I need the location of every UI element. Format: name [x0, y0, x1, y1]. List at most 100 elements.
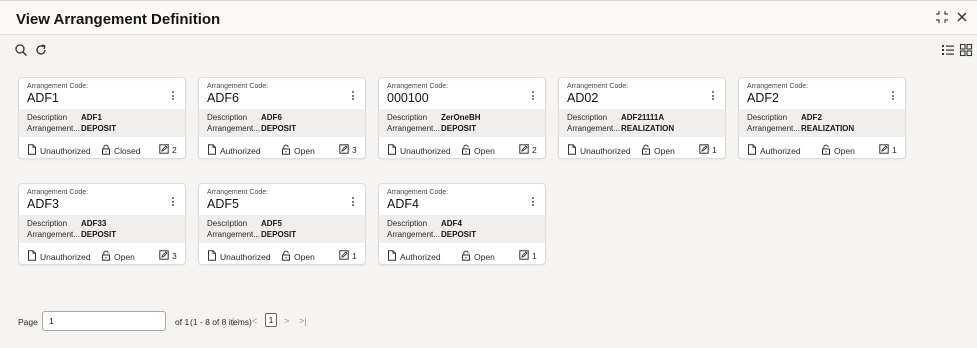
authorization-status: Unauthorized	[27, 144, 91, 157]
page-label: Page	[18, 317, 38, 327]
modification-count-text: 3	[352, 145, 357, 155]
restore-icon[interactable]	[935, 10, 949, 24]
card-header: Arrangement Code: AD02	[559, 78, 725, 109]
arrangement-card[interactable]: Arrangement Code: ADF5 Description ADF5 Arra…	[198, 183, 366, 265]
card-details: Description ADF2 Arrangement...REALIZATION	[739, 109, 905, 137]
modification-count-text: 2	[172, 145, 177, 155]
description-value: ADF21111A	[621, 113, 665, 122]
authorization-status-text: Unauthorized	[220, 251, 271, 262]
page-number-input[interactable]	[42, 311, 166, 331]
first-page-button[interactable]: |<	[232, 315, 240, 327]
document-icon	[27, 250, 37, 263]
modification-count[interactable]: 1	[699, 144, 717, 156]
arrangement-code-value: ADF4	[387, 197, 419, 211]
description-row: Description ADF2	[747, 113, 822, 122]
modification-count[interactable]: 3	[159, 250, 177, 262]
arrangement-card[interactable]: Arrangement Code: ADF1 Description ADF1 Arra…	[18, 77, 186, 159]
arrangement-code-label: Arrangement Code:	[27, 189, 89, 196]
current-page-button[interactable]: 1	[265, 313, 277, 327]
more-options-icon[interactable]	[351, 91, 355, 103]
modification-count[interactable]: 2	[519, 144, 537, 156]
card-details: Description ZerOneBH Arrangement...DEPOSIT	[379, 109, 545, 137]
description-value: ADF5	[261, 219, 282, 228]
arrangement-code-label: Arrangement Code:	[387, 189, 449, 196]
arrangement-label: Arrangement...	[207, 124, 260, 133]
close-icon[interactable]	[955, 10, 969, 24]
more-options-icon[interactable]	[171, 91, 175, 103]
arrangement-code-label: Arrangement Code:	[207, 83, 269, 90]
arrangement-label: Arrangement...	[387, 124, 440, 133]
search-icon[interactable]	[14, 43, 30, 59]
lock-open-icon	[821, 144, 831, 157]
modification-count[interactable]: 1	[879, 144, 897, 156]
arrangement-card[interactable]: Arrangement Code: 000100 Description ZerOne…	[378, 77, 546, 159]
last-page-button[interactable]: >|	[299, 315, 307, 327]
authorization-status-text: Authorized	[220, 145, 261, 156]
more-options-icon[interactable]	[351, 197, 355, 209]
modification-count-text: 3	[172, 251, 177, 261]
modification-count[interactable]: 2	[159, 144, 177, 156]
card-details: Description ADF6 Arrangement...DEPOSIT	[199, 109, 365, 137]
arrangement-value: DEPOSIT	[441, 124, 477, 133]
arrangement-value: REALIZATION	[801, 124, 855, 133]
modification-count-text: 1	[352, 251, 357, 261]
arrangement-card[interactable]: Arrangement Code: ADF6 Description ADF6 Arra…	[198, 77, 366, 159]
pagination-bar: Page of 1 (1 - 8 of 8 items) |< < 1 > >|	[0, 307, 977, 337]
lock-status-text: Open	[474, 145, 495, 156]
description-label: Description	[207, 113, 248, 122]
more-options-icon[interactable]	[531, 91, 535, 103]
card-footer: Unauthorized Open 2	[379, 139, 545, 159]
list-view-icon[interactable]	[941, 43, 957, 59]
description-label: Description	[27, 219, 68, 228]
arrangement-card[interactable]: Arrangement Code: AD02 Description ADF21111…	[558, 77, 726, 159]
lock-status-text: Open	[474, 251, 495, 262]
lock-open-icon	[461, 144, 471, 157]
arrangement-row: Arrangement...DEPOSIT	[27, 124, 116, 133]
modification-count[interactable]: 1	[339, 250, 357, 262]
more-options-icon[interactable]	[171, 197, 175, 209]
card-header: Arrangement Code: ADF2	[739, 78, 905, 109]
arrangement-code-label: Arrangement Code:	[27, 83, 89, 90]
card-footer: Authorized Open 1	[379, 245, 545, 265]
lock-open-icon	[641, 144, 651, 157]
card-footer: Authorized Open 1	[739, 139, 905, 159]
lock-status: Open	[281, 144, 315, 157]
arrangement-code-value: ADF1	[27, 91, 59, 105]
lock-status-text: Closed	[114, 145, 141, 156]
refresh-icon[interactable]	[34, 43, 50, 59]
grid-view-icon[interactable]	[959, 43, 975, 59]
arrangement-label: Arrangement...	[27, 230, 80, 239]
lock-status: Open	[281, 250, 315, 263]
modification-count-text: 1	[712, 145, 717, 155]
modification-count[interactable]: 3	[339, 144, 357, 156]
edit-icon	[339, 144, 349, 156]
arrangement-row: Arrangement...REALIZATION	[747, 124, 854, 133]
arrangement-value: REALIZATION	[621, 124, 675, 133]
arrangement-card[interactable]: Arrangement Code: ADF4 Description ADF4 Arra…	[378, 183, 546, 265]
modification-count[interactable]: 1	[519, 250, 537, 262]
description-row: Description ZerOneBH	[387, 113, 481, 122]
arrangement-code-value: ADF5	[207, 197, 239, 211]
lock-open-icon	[281, 250, 291, 263]
arrangement-code-label: Arrangement Code:	[747, 83, 809, 90]
next-page-button[interactable]: >	[284, 315, 289, 327]
arrangement-row: Arrangement...DEPOSIT	[387, 124, 476, 133]
card-footer: Unauthorized Open 1	[199, 245, 365, 265]
view-arrangement-definition-window: View Arrangement Definition Arrangement …	[0, 0, 977, 348]
more-options-icon[interactable]	[531, 197, 535, 209]
edit-icon	[519, 144, 529, 156]
card-header: Arrangement Code: ADF5	[199, 184, 365, 215]
arrangement-card[interactable]: Arrangement Code: ADF3 Description ADF33 Arr…	[18, 183, 186, 265]
card-details: Description ADF4 Arrangement...DEPOSIT	[379, 215, 545, 243]
more-options-icon[interactable]	[711, 91, 715, 103]
previous-page-button[interactable]: <	[252, 315, 257, 327]
description-row: Description ADF21111A	[567, 113, 664, 122]
description-row: Description ADF33	[27, 219, 106, 228]
arrangement-card[interactable]: Arrangement Code: ADF2 Description ADF2 Arra…	[738, 77, 906, 159]
authorization-status-text: Authorized	[760, 145, 801, 156]
more-options-icon[interactable]	[891, 91, 895, 103]
description-value: ADF33	[81, 219, 107, 228]
arrangement-value: DEPOSIT	[81, 124, 117, 133]
lock-status: Open	[641, 144, 675, 157]
document-icon	[387, 250, 397, 263]
